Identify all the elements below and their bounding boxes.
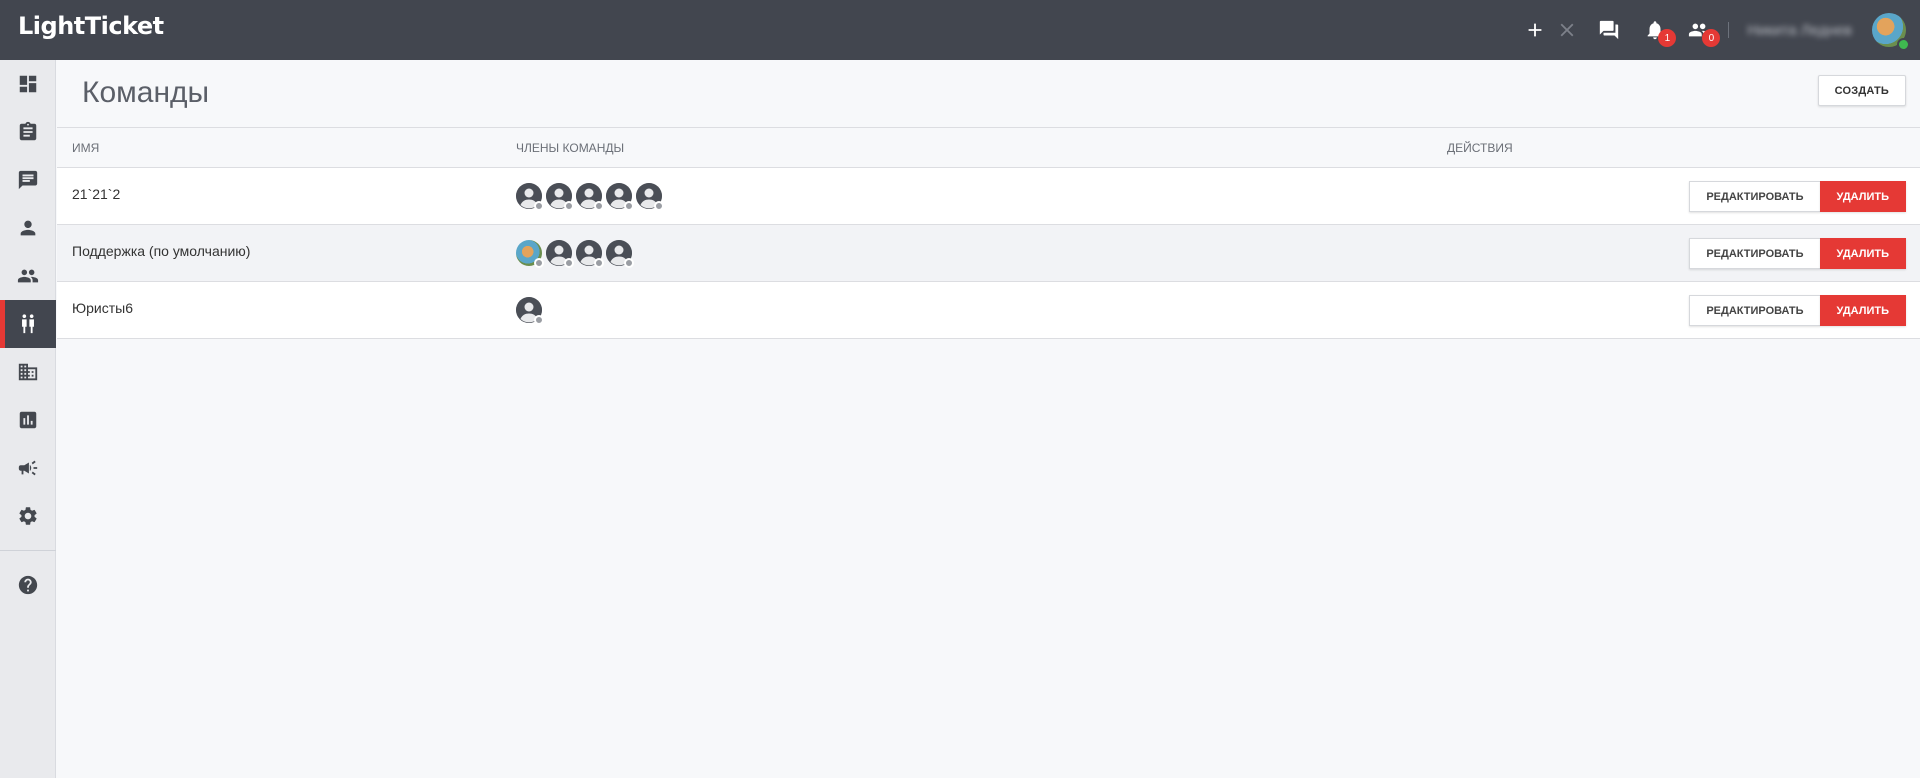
column-header-members: ЧЛЕНЫ КОМАНДЫ (516, 140, 625, 155)
sidebar-item-companies[interactable] (0, 348, 56, 396)
member-status-dot (594, 258, 604, 268)
top-bar: LightTicket 1 0 Никита Леднев (0, 0, 1920, 60)
dashboard-icon (19, 75, 37, 93)
member-avatar[interactable] (546, 183, 574, 211)
sidebar-item-settings[interactable] (0, 492, 56, 540)
teams-icon (22, 314, 34, 334)
chat-icon (18, 170, 38, 190)
gear-icon (19, 507, 37, 525)
sidebar-item-reports[interactable] (0, 396, 56, 444)
megaphone-icon (18, 460, 38, 476)
row-actions: РЕДАКТИРОВАТЬ УДАЛИТЬ (1447, 225, 1920, 281)
member-status-dot (534, 258, 544, 268)
member-avatar[interactable] (636, 183, 664, 211)
notifications-badge: 1 (1658, 29, 1677, 47)
main-content: Команды СОЗДАТЬ ИМЯ ЧЛЕНЫ КОМАНДЫ ДЕЙСТВ… (57, 60, 1920, 778)
row-actions: РЕДАКТИРОВАТЬ УДАЛИТЬ (1447, 168, 1920, 224)
online-users-icon[interactable]: 0 (1684, 15, 1721, 47)
table-row: Поддержка (по умолчанию) РЕДАКТИРОВАТЬ УДА… (57, 225, 1920, 282)
member-status-dot (564, 201, 574, 211)
sidebar-item-teams[interactable] (0, 300, 56, 348)
member-avatar[interactable] (576, 240, 604, 268)
row-actions: РЕДАКТИРОВАТЬ УДАЛИТЬ (1447, 282, 1920, 338)
teams-table: ИМЯ ЧЛЕНЫ КОМАНДЫ ДЕЙСТВИЯ 21`21`2 РЕДАКТ… (57, 128, 1920, 339)
table-header: ИМЯ ЧЛЕНЫ КОМАНДЫ ДЕЙСТВИЯ (57, 128, 1920, 168)
page-header: Команды СОЗДАТЬ (57, 60, 1920, 128)
sidebar-item-messages[interactable] (0, 156, 56, 204)
member-avatar[interactable] (576, 183, 604, 211)
member-status-dot (534, 315, 544, 325)
user-avatar[interactable] (1872, 13, 1910, 51)
delete-team-button[interactable]: УДАЛИТЬ (1819, 181, 1906, 212)
column-header-actions: ДЕЙСТВИЯ (1447, 140, 1513, 155)
column-header-name[interactable]: ИМЯ (57, 141, 516, 155)
sidebar-item-dashboard[interactable] (0, 60, 56, 108)
member-status-dot (534, 201, 544, 211)
member-avatar[interactable] (516, 183, 544, 211)
table-row: 21`21`2 РЕДАКТИРОВАТЬ УДАЛИТЬ (57, 168, 1920, 225)
member-avatar[interactable] (606, 240, 634, 268)
member-status-dot (624, 258, 634, 268)
edit-team-button[interactable]: РЕДАКТИРОВАТЬ (1689, 238, 1820, 269)
sidebar-item-tickets[interactable] (0, 108, 56, 156)
add-icon[interactable] (1520, 15, 1550, 45)
member-status-dot (594, 201, 604, 211)
team-members (516, 240, 1447, 268)
help-icon (18, 575, 38, 595)
sidebar-item-announcements[interactable] (0, 444, 56, 492)
app-logo[interactable]: LightTicket (18, 12, 164, 40)
member-avatar[interactable] (516, 240, 544, 268)
member-avatar[interactable] (516, 297, 544, 325)
clipboard-icon (19, 121, 37, 141)
person-icon (20, 220, 36, 236)
action-buttons: РЕДАКТИРОВАТЬ УДАЛИТЬ (1689, 238, 1906, 269)
close-icon[interactable] (1552, 15, 1582, 45)
building-icon (18, 363, 38, 381)
users-badge: 0 (1702, 29, 1721, 47)
action-buttons: РЕДАКТИРОВАТЬ УДАЛИТЬ (1689, 295, 1906, 326)
sidebar-item-user[interactable] (0, 204, 56, 252)
people-icon (17, 269, 39, 283)
notifications-bell-icon[interactable]: 1 (1640, 15, 1677, 47)
delete-team-button[interactable]: УДАЛИТЬ (1819, 295, 1906, 326)
edit-team-button[interactable]: РЕДАКТИРОВАТЬ (1689, 181, 1820, 212)
member-status-dot (564, 258, 574, 268)
sidebar-item-help[interactable] (0, 561, 56, 609)
member-avatar[interactable] (546, 240, 574, 268)
divider (1728, 22, 1730, 38)
sidebar-divider (0, 550, 56, 551)
sidebar-item-users[interactable] (0, 252, 56, 300)
user-name[interactable]: Никита Леднев (1747, 22, 1852, 39)
chat-icon[interactable] (1594, 15, 1624, 45)
team-name[interactable]: Юристы6 (57, 282, 516, 316)
team-members (516, 297, 1447, 325)
team-members (516, 183, 1447, 211)
team-name[interactable]: Поддержка (по умолчанию) (57, 225, 516, 259)
page-title: Команды (82, 76, 210, 109)
top-actions: 1 0 Никита Леднев (1520, 0, 1920, 60)
member-avatar[interactable] (606, 183, 634, 211)
delete-team-button[interactable]: УДАЛИТЬ (1819, 238, 1906, 269)
create-team-button[interactable]: СОЗДАТЬ (1817, 75, 1906, 106)
online-status-dot (1897, 38, 1910, 51)
sidebar (0, 60, 56, 778)
chart-icon (19, 411, 37, 429)
table-row: Юристы6 РЕДАКТИРОВАТЬ УДАЛИТЬ (57, 282, 1920, 339)
team-name[interactable]: 21`21`2 (57, 168, 516, 202)
member-status-dot (654, 201, 664, 211)
edit-team-button[interactable]: РЕДАКТИРОВАТЬ (1689, 295, 1820, 326)
action-buttons: РЕДАКТИРОВАТЬ УДАЛИТЬ (1689, 181, 1906, 212)
member-status-dot (624, 201, 634, 211)
